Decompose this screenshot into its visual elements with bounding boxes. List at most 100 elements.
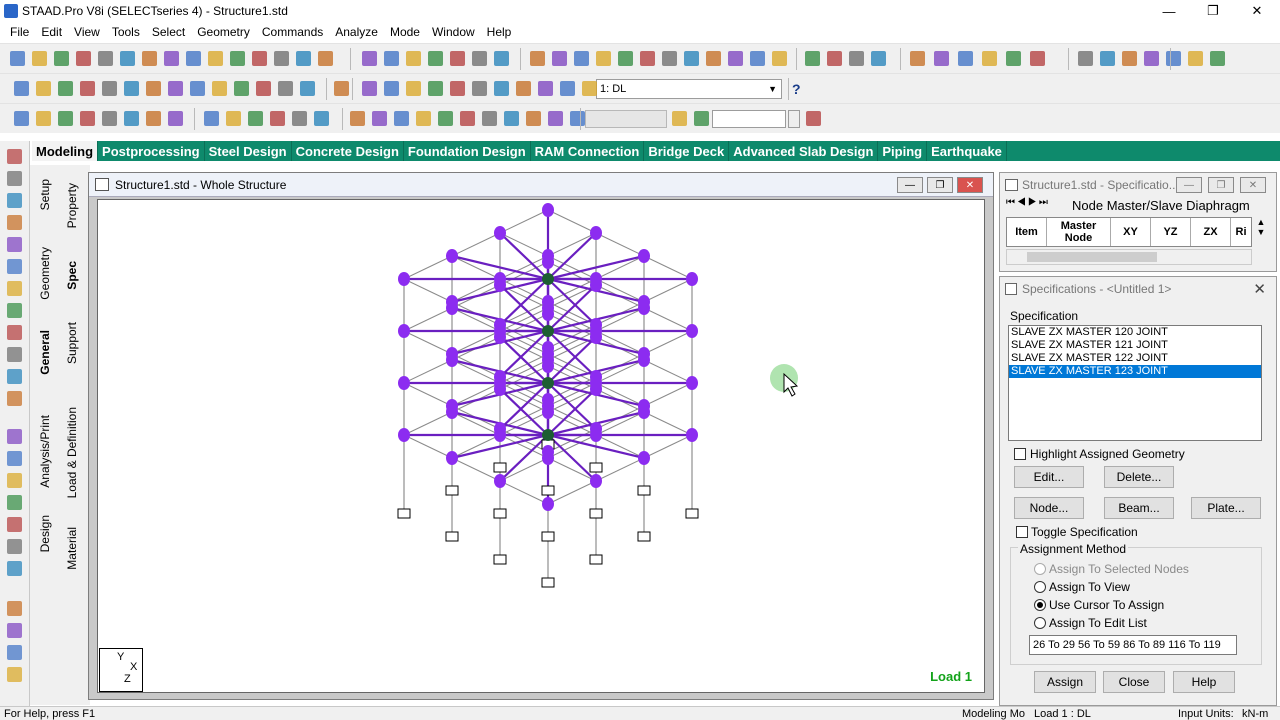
left-tool-icon[interactable] <box>7 623 22 638</box>
restore-button[interactable]: ❐ <box>1190 0 1236 22</box>
beam-member[interactable] <box>595 255 645 280</box>
slave-node[interactable] <box>494 272 506 286</box>
tab-node-master-slave[interactable]: Node Master/Slave Diaphragm <box>1072 198 1250 213</box>
slave-node[interactable] <box>590 474 602 488</box>
node-button[interactable]: Node... <box>1014 497 1084 519</box>
diaphragm-link[interactable] <box>499 434 549 482</box>
model-canvas[interactable]: Y X Z Load 1 <box>97 199 985 693</box>
toolbar-tool-icon[interactable] <box>120 51 135 66</box>
beam-member[interactable] <box>499 232 549 257</box>
toolbar-tool-icon[interactable] <box>982 51 997 66</box>
beam-member[interactable] <box>403 411 453 436</box>
slave-node[interactable] <box>446 399 458 413</box>
fixed-support[interactable] <box>685 508 699 519</box>
slave-node[interactable] <box>398 324 410 338</box>
slave-node[interactable] <box>542 393 554 407</box>
spin-buttons[interactable] <box>788 110 800 128</box>
beam-member[interactable] <box>499 434 549 459</box>
list-item[interactable]: SLAVE ZX MASTER 122 JOINT <box>1009 352 1261 365</box>
left-tool-icon[interactable] <box>7 347 22 362</box>
beam-member[interactable] <box>403 359 453 384</box>
left-tool-icon[interactable] <box>7 259 22 274</box>
menu-select[interactable]: Select <box>146 25 191 39</box>
edit-button[interactable]: Edit... <box>1014 466 1084 488</box>
toolbar-tool-icon[interactable] <box>204 111 219 126</box>
toolbar-tool-icon[interactable] <box>694 111 709 126</box>
beam-member[interactable] <box>451 382 501 407</box>
menu-commands[interactable]: Commands <box>256 25 329 39</box>
toolbar-tool-icon[interactable] <box>871 51 886 66</box>
edit-list-input[interactable]: 26 To 29 56 To 59 86 To 89 116 To 119 <box>1029 635 1237 655</box>
beam-member[interactable] <box>403 382 453 407</box>
tab-piping[interactable]: Piping <box>878 141 928 161</box>
toolbar-tool-icon[interactable] <box>1210 51 1225 66</box>
toolbar-tool-icon[interactable] <box>32 51 47 66</box>
beam-member[interactable] <box>451 278 501 303</box>
toolbar-tool-icon[interactable] <box>482 111 497 126</box>
radio-use-cursor[interactable] <box>1034 599 1046 611</box>
tab-scroll-arrows[interactable]: ⏮◀▶⏭ <box>1006 197 1066 213</box>
close-dialog-button[interactable]: Close <box>1103 671 1165 693</box>
left-tool-icon[interactable] <box>7 369 22 384</box>
beam-member[interactable] <box>547 457 597 482</box>
tab-concrete-design[interactable]: Concrete Design <box>292 141 404 161</box>
toolbar-tool-icon[interactable] <box>314 111 329 126</box>
toolbar-tool-icon[interactable] <box>910 51 925 66</box>
toolbar-tool-icon[interactable] <box>252 51 267 66</box>
toolbar-tool-icon[interactable] <box>428 51 443 66</box>
toolbar-tool-icon[interactable] <box>706 51 721 66</box>
vtab-support[interactable]: Support <box>65 322 79 364</box>
toolbar-tool-icon[interactable] <box>164 51 179 66</box>
toolbar-tool-icon[interactable] <box>504 111 519 126</box>
delete-button[interactable]: Delete... <box>1104 466 1174 488</box>
slave-node[interactable] <box>590 318 602 332</box>
toolbar-tool-icon[interactable] <box>1122 51 1137 66</box>
toolbar-tool-icon[interactable] <box>494 81 509 96</box>
slave-node[interactable] <box>542 295 554 309</box>
beam-member[interactable] <box>595 411 645 436</box>
beam-member[interactable] <box>595 232 645 257</box>
toolbar-tool-icon[interactable] <box>394 111 409 126</box>
beam-member[interactable] <box>595 278 645 303</box>
toolbar-tool-icon[interactable] <box>384 81 399 96</box>
close-button[interactable]: ✕ <box>1234 0 1280 22</box>
toolbar-tool-icon[interactable] <box>168 81 183 96</box>
close-icon[interactable]: ✕ <box>1253 280 1266 298</box>
toolbar-tool-icon[interactable] <box>14 81 29 96</box>
toolbar-tool-icon[interactable] <box>574 51 589 66</box>
toolbar-tool-icon[interactable] <box>772 51 787 66</box>
view-restore-button[interactable]: ❐ <box>927 177 953 193</box>
tab-bridge-deck[interactable]: Bridge Deck <box>644 141 730 161</box>
table-hscrollbar[interactable] <box>1006 249 1252 265</box>
fixed-support[interactable] <box>397 508 411 519</box>
tab-foundation-design[interactable]: Foundation Design <box>404 141 531 161</box>
beam-member[interactable] <box>547 480 597 505</box>
radio-edit-list[interactable] <box>1034 617 1046 629</box>
fixed-support[interactable] <box>493 508 507 519</box>
toolbar-tool-icon[interactable] <box>102 111 117 126</box>
toolbar-tool-icon[interactable] <box>728 51 743 66</box>
toolbar-tool-icon[interactable] <box>582 81 597 96</box>
slave-node[interactable] <box>590 370 602 384</box>
fixed-support[interactable] <box>637 485 651 496</box>
toolbar-tool-icon[interactable] <box>54 51 69 66</box>
slave-node[interactable] <box>686 324 698 338</box>
beam-member[interactable] <box>499 255 549 280</box>
minimize-button[interactable]: — <box>1146 0 1192 22</box>
toolbar-tool-icon[interactable] <box>362 51 377 66</box>
slave-node[interactable] <box>446 347 458 361</box>
master-node[interactable] <box>542 273 554 285</box>
toolbar-tool-icon[interactable] <box>270 111 285 126</box>
toolbar-tool-icon[interactable] <box>142 51 157 66</box>
toolbar-tool-icon[interactable] <box>208 51 223 66</box>
view-minimize-button[interactable]: — <box>897 177 923 193</box>
master-node[interactable] <box>542 325 554 337</box>
toolbar-tool-icon[interactable] <box>684 51 699 66</box>
toolbar-tool-icon[interactable] <box>552 51 567 66</box>
slave-node[interactable] <box>542 497 554 511</box>
menu-tools[interactable]: Tools <box>106 25 146 39</box>
highlight-checkbox[interactable] <box>1014 448 1026 460</box>
slave-node[interactable] <box>494 474 506 488</box>
diaphragm-link[interactable] <box>499 382 549 430</box>
toolbar-tool-icon[interactable] <box>58 111 73 126</box>
